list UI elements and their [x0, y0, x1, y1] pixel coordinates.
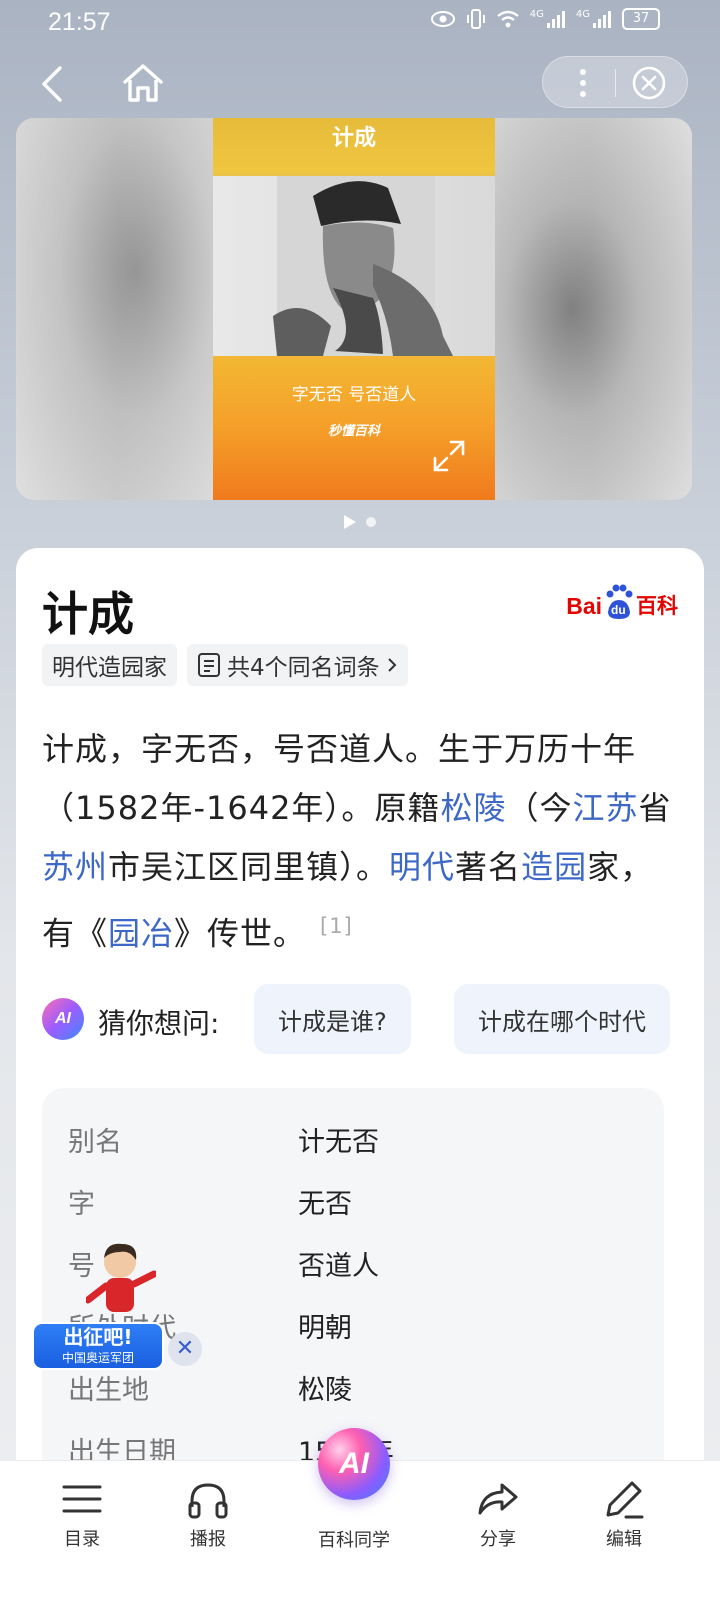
- entry-card: 计成 Bai du 百科 明代造园家 共4个同名词条 计成，字无否，号否道人。生…: [16, 548, 704, 1548]
- toc-label: 目录: [64, 1529, 100, 1550]
- baidu-baike-logo: Bai du 百科: [566, 580, 678, 620]
- signal-icon-2: [593, 11, 611, 28]
- question-chip[interactable]: 计成在哪个时代: [454, 984, 670, 1054]
- link-mingdai[interactable]: 明代: [389, 848, 455, 886]
- info-value: 无否: [298, 1189, 352, 1220]
- video-thumbnail[interactable]: 计成 字无否 号否道人 秒懂百科: [213, 118, 495, 500]
- info-value: 松陵: [298, 1375, 352, 1406]
- headphones-icon: [188, 1483, 228, 1519]
- capsule-divider: [615, 69, 616, 97]
- top-nav: [0, 54, 720, 114]
- media-blur-left: [16, 118, 216, 500]
- promo-banner[interactable]: 出征吧! 中国奥运军团: [32, 1322, 164, 1370]
- more-button[interactable]: [563, 63, 603, 103]
- summary-text: （今: [506, 789, 573, 827]
- summary-text: 市吴江区同里镇）。: [108, 848, 390, 886]
- info-value: 明朝: [298, 1313, 352, 1344]
- toc-button[interactable]: 目录: [32, 1479, 132, 1551]
- video-title: 计成: [331, 126, 376, 151]
- status-bar: 21:57 4G 4G 37: [0, 0, 720, 46]
- status-time: 21:57: [48, 8, 111, 36]
- guess-questions: AI 猜你想问: 计成是谁? 计成在哪个时代: [42, 984, 692, 1056]
- play-indicator-icon: [344, 515, 356, 529]
- ai-icon: AI: [42, 998, 84, 1040]
- logo-baike: 百科: [636, 594, 678, 618]
- promo-close-button[interactable]: ✕: [168, 1332, 202, 1366]
- entry-summary: 计成，字无否，号否道人。生于万历十年（1582年-1642年）。原籍松陵（今江苏…: [42, 720, 672, 964]
- entry-title: 计成: [42, 587, 134, 641]
- link-suzhou[interactable]: 苏州: [42, 848, 108, 886]
- logo-bai: Bai: [566, 593, 602, 619]
- info-value: 否道人: [298, 1251, 379, 1282]
- question-chip[interactable]: 计成是谁?: [254, 984, 411, 1054]
- summary-text: 省: [638, 789, 672, 827]
- media-carousel[interactable]: 计成 字无否 号否道人 秒懂百科: [16, 118, 692, 500]
- carousel-indicator: [0, 515, 720, 529]
- video-source-logo: 秒懂百科: [327, 424, 380, 439]
- menu-list-icon: [62, 1485, 102, 1513]
- close-button[interactable]: [631, 65, 667, 101]
- guess-label: 猜你想问:: [98, 1007, 220, 1040]
- listen-label: 播报: [190, 1529, 226, 1550]
- back-button[interactable]: [32, 62, 76, 106]
- link-jiangsu[interactable]: 江苏: [572, 789, 638, 827]
- wifi-icon: [497, 10, 519, 28]
- back-arrow-icon: [42, 66, 62, 102]
- reference-marker[interactable]: [1]: [320, 914, 353, 938]
- portrait-painting: [213, 176, 495, 356]
- share-button[interactable]: 分享: [448, 1479, 548, 1551]
- info-key: 别名: [68, 1127, 122, 1158]
- share-arrow-icon: [478, 1483, 518, 1515]
- promo-subtitle: 中国奥运军团: [61, 1351, 134, 1365]
- more-vertical-icon: [580, 69, 586, 97]
- status-icons: 4G 4G 37: [430, 8, 660, 30]
- link-songling[interactable]: 松陵: [440, 789, 506, 827]
- ai-assistant-button[interactable]: AI: [318, 1428, 390, 1500]
- logo-du: du: [611, 603, 626, 617]
- info-row: 别名 计无否: [42, 1120, 664, 1182]
- same-name-entries-button[interactable]: 共4个同名词条: [187, 644, 408, 686]
- pencil-icon: [606, 1481, 644, 1519]
- battery-indicator: 37: [622, 8, 660, 30]
- share-label: 分享: [480, 1529, 516, 1550]
- edit-label: 编辑: [606, 1529, 642, 1550]
- info-value: 计无否: [298, 1127, 379, 1158]
- expand-icon: [433, 440, 465, 472]
- fullscreen-button[interactable]: [431, 438, 467, 474]
- list-doc-icon: [198, 653, 220, 677]
- info-row: 字 无否: [42, 1182, 664, 1244]
- summary-text: 》传世。: [174, 914, 307, 953]
- link-yuanye[interactable]: 园冶: [108, 915, 174, 953]
- ai-assistant-label: 百科同学: [318, 1530, 390, 1551]
- mascot-figure-icon: [84, 1240, 158, 1320]
- media-blur-right: [492, 118, 692, 500]
- vibrate-icon: [466, 9, 485, 29]
- tag-description: 明代造园家: [42, 644, 177, 686]
- network-label-2: 4G: [575, 8, 590, 20]
- chevron-right-icon: [387, 658, 397, 672]
- carousel-dot[interactable]: [366, 517, 376, 527]
- eye-icon: [430, 11, 455, 27]
- video-caption: 字无否 号否道人: [291, 385, 417, 405]
- close-circle-icon: [632, 66, 666, 100]
- home-button[interactable]: [118, 60, 168, 106]
- mini-program-capsule: [542, 56, 688, 108]
- promo-title: 出征吧!: [63, 1325, 133, 1349]
- network-label-1: 4G: [529, 8, 544, 20]
- signal-icon: [546, 11, 565, 28]
- olympic-promo-widget[interactable]: 出征吧! 中国奥运军团 ✕: [28, 1240, 208, 1380]
- info-key: 字: [68, 1189, 95, 1220]
- summary-text: 著名: [455, 848, 522, 886]
- entry-tags: 明代造园家 共4个同名词条: [42, 644, 408, 686]
- paw-icon: du: [604, 582, 634, 620]
- edit-button[interactable]: 编辑: [574, 1479, 674, 1551]
- link-zaoyuan[interactable]: 造园: [521, 848, 587, 886]
- home-icon: [123, 64, 163, 102]
- listen-button[interactable]: 播报: [158, 1479, 258, 1551]
- same-name-entries-label: 共4个同名词条: [227, 655, 380, 681]
